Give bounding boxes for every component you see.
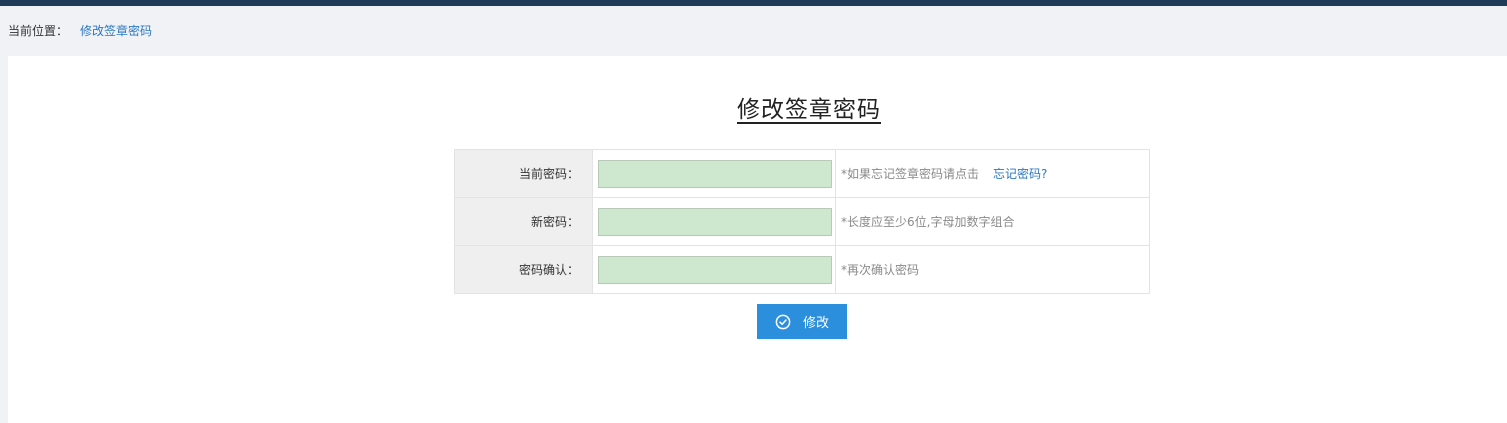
new-password-hint: *长度应至少6位,字母加数字组合 [835, 197, 1150, 246]
content-panel: 修改签章密码 当前密码： *如果忘记签章密码请点击 忘记密码? 新密码： *长度应… [8, 56, 1507, 423]
current-password-cell [592, 149, 836, 198]
current-password-hint: *如果忘记签章密码请点击 [841, 167, 980, 181]
submit-button[interactable]: 修改 [757, 304, 847, 339]
confirm-password-input[interactable] [598, 255, 832, 284]
form-row-confirm-password: 密码确认： *再次确认密码 [454, 245, 1150, 294]
breadcrumb-prefix: 当前位置： [8, 24, 69, 38]
form-row-new-password: 新密码： *长度应至少6位,字母加数字组合 [454, 197, 1150, 246]
check-circle-icon [775, 314, 791, 330]
new-password-label: 新密码： [454, 197, 593, 246]
page-title: 修改签章密码 [737, 97, 881, 123]
top-bar [0, 0, 1507, 6]
password-form-table: 当前密码： *如果忘记签章密码请点击 忘记密码? 新密码： *长度应至少6位,字母… [454, 149, 1150, 294]
confirm-password-label: 密码确认： [454, 245, 593, 294]
forgot-password-link[interactable]: 忘记密码? [993, 167, 1047, 181]
current-password-hint-cell: *如果忘记签章密码请点击 忘记密码? [835, 149, 1150, 198]
current-password-label: 当前密码： [454, 149, 593, 198]
new-password-cell [592, 197, 836, 246]
confirm-password-cell [592, 245, 836, 294]
current-password-input[interactable] [598, 159, 832, 188]
form-row-current-password: 当前密码： *如果忘记签章密码请点击 忘记密码? [454, 149, 1150, 198]
confirm-password-hint: *再次确认密码 [835, 245, 1150, 294]
breadcrumb-current-link[interactable]: 修改签章密码 [80, 24, 152, 38]
new-password-input[interactable] [598, 207, 832, 236]
breadcrumb: 当前位置： 修改签章密码 [8, 22, 152, 40]
submit-button-label: 修改 [802, 316, 829, 331]
